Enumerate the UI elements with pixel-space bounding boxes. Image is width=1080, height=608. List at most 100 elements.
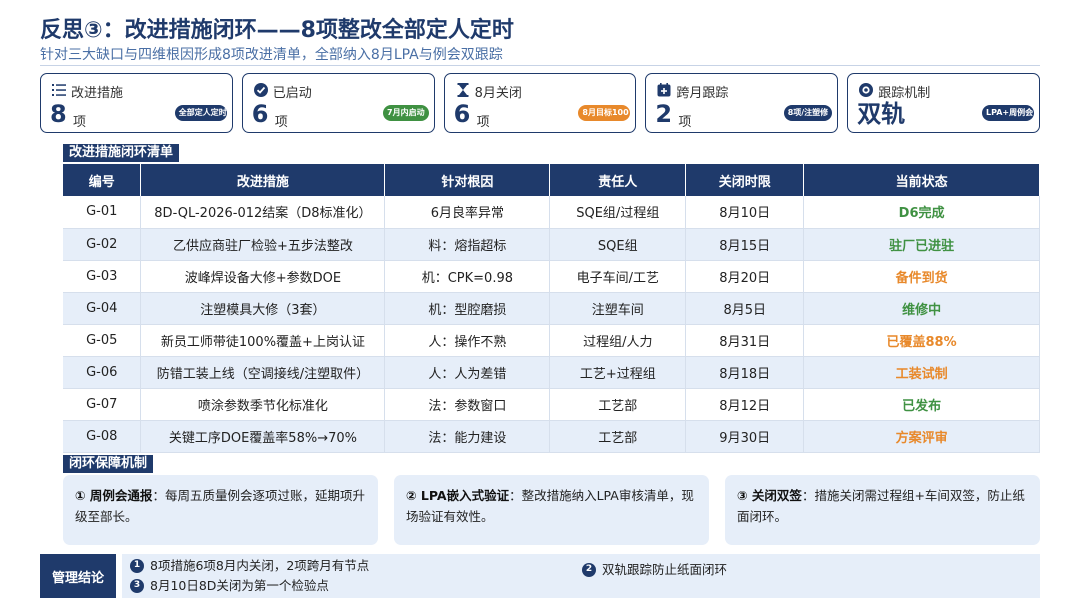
guarantee-card-2: ② LPA嵌入式验证：整改措施纳入LPA审核清单，现场验证有效性。 bbox=[394, 475, 709, 545]
cell-status: 维修中 bbox=[803, 292, 1040, 325]
cell-deadline: 8月5日 bbox=[685, 292, 805, 325]
header: 反思③：改进措施闭环——8项整改全部定人定时 针对三大缺口与四维根因形成8项改进… bbox=[40, 16, 1040, 64]
table-row: G-04 注塑模具大修（3套） 机：型腔磨损 注塑车间 8月5日 维修中 bbox=[63, 292, 1040, 325]
kpi-label: 改进措施 bbox=[71, 86, 124, 101]
conclusion-bar: 管理结论 1 8项措施6项8月内关闭，2项跨月有节点 2 双轨跟踪防止纸面闭环 3 8月1… bbox=[40, 554, 1040, 598]
number-badge-icon: 1 bbox=[130, 558, 144, 573]
cell-measure: 新员工师带徒100%覆盖+上岗认证 bbox=[140, 324, 386, 357]
cell-id: G-05 bbox=[63, 324, 142, 357]
cell-cause: 人：人为差错 bbox=[384, 356, 551, 389]
kpi-label: 跨月跟踪 bbox=[676, 86, 729, 101]
table-header-row: 编号 改进措施 针对根因 责任人 关闭时限 当前状态 bbox=[63, 164, 1040, 196]
cell-status: 驻厂已进驻 bbox=[803, 228, 1040, 261]
check-circle-icon bbox=[253, 82, 269, 98]
header-divider bbox=[40, 65, 1040, 66]
kpi-badge: 8项/注塑修 bbox=[783, 105, 833, 121]
kpi-badge: 7月内启动 bbox=[383, 105, 429, 121]
cell-owner: 工艺部 bbox=[549, 388, 687, 421]
kpi-value: 8 bbox=[50, 100, 67, 128]
cell-cause: 法：能力建设 bbox=[384, 420, 551, 453]
cell-owner: SQE组 bbox=[549, 228, 687, 261]
table-row: G-06 防错工装上线（空调接线/注塑取件） 人：人为差错 工艺+过程组 8月18日 工装… bbox=[63, 356, 1040, 389]
kpi-unit: 项 bbox=[678, 115, 692, 130]
conclusion-label: 管理结论 bbox=[40, 554, 116, 598]
kpi-unit: 项 bbox=[73, 115, 87, 130]
table-section-title: 改进措施闭环清单 bbox=[63, 144, 180, 162]
cell-owner: 注塑车间 bbox=[549, 292, 687, 325]
conclusion-body: 1 8项措施6项8月内关闭，2项跨月有节点 2 双轨跟踪防止纸面闭环 3 8月10日8D关… bbox=[122, 554, 1040, 598]
list-icon bbox=[51, 82, 67, 98]
cell-id: G-08 bbox=[63, 420, 142, 453]
table-row: G-07 喷涂参数季节化标准化 法：参数窗口 工艺部 8月12日 已发布 bbox=[63, 388, 1040, 421]
kpi-unit: 项 bbox=[476, 115, 490, 130]
kpi-unit: 项 bbox=[274, 115, 288, 130]
cell-deadline: 8月20日 bbox=[685, 260, 805, 293]
guarantee-head: ① 周例会通报 bbox=[75, 488, 153, 503]
kpi-card-5: 跟踪机制 双轨 LPA+周例会 bbox=[847, 73, 1040, 133]
kpi-value: 6 bbox=[251, 100, 269, 128]
eye-icon bbox=[858, 82, 874, 98]
cell-id: G-02 bbox=[63, 228, 142, 261]
guarantee-section-title: 闭环保障机制 bbox=[63, 455, 154, 473]
cell-status: D6完成 bbox=[803, 196, 1040, 229]
kpi-card-2: 已启动 6 项 7月内启动 bbox=[241, 73, 435, 133]
kpi-value: 2 bbox=[655, 100, 673, 128]
cell-status: 已发布 bbox=[803, 388, 1040, 421]
table-row: G-05 新员工师带徒100%覆盖+上岗认证 人：操作不熟 过程组/人力 8月31日 已覆… bbox=[63, 324, 1040, 357]
cell-measure: 8D-QL-2026-012结案（D8标准化） bbox=[140, 196, 386, 229]
conclusion-text: 双轨跟踪防止纸面闭环 bbox=[602, 562, 728, 577]
cell-measure: 喷涂参数季节化标准化 bbox=[140, 388, 386, 421]
cell-owner: 工艺部 bbox=[549, 420, 687, 453]
cell-id: G-03 bbox=[63, 260, 142, 293]
cell-cause: 料：熔指超标 bbox=[384, 228, 551, 261]
column-header: 当前状态 bbox=[803, 164, 1040, 196]
cell-owner: 工艺+过程组 bbox=[549, 356, 687, 389]
kpi-badge: LPA+周例会 bbox=[981, 105, 1034, 121]
table-row: G-02 乙供应商驻厂检验+五步法整改 料：熔指超标 SQE组 8月15日 驻厂已进驻 bbox=[63, 228, 1040, 261]
cell-deadline: 8月18日 bbox=[685, 356, 805, 389]
guarantee-cards: ① 周例会通报：每周五质量例会逐项过账，延期项升级至部长。 ② LPA嵌入式验证：… bbox=[63, 475, 1040, 545]
kpi-badge: 8月目标100 bbox=[578, 105, 631, 121]
guarantee-card-3: ③ 关闭双签：措施关闭需过程组+车间双签，防止纸面闭环。 bbox=[725, 475, 1040, 545]
cell-measure: 波峰焊设备大修+参数DOE bbox=[140, 260, 386, 293]
measures-table: 编号 改进措施 针对根因 责任人 关闭时限 当前状态 G-01 8D-QL-2026-012… bbox=[63, 164, 1040, 453]
guarantee-head: ③ 关闭双签 bbox=[737, 488, 802, 503]
cell-measure: 注塑模具大修（3套） bbox=[140, 292, 386, 325]
kpi-card-3: 8月关闭 6 项 8月目标100 bbox=[443, 73, 637, 133]
conclusion-item-3: 3 8月10日8D关闭为第一个检验点 bbox=[130, 577, 329, 594]
number-badge-icon: 3 bbox=[130, 578, 144, 593]
cell-owner: SQE组/过程组 bbox=[549, 196, 687, 229]
table-row: G-01 8D-QL-2026-012结案（D8标准化） 6月良率异常 SQE组/过程… bbox=[63, 196, 1040, 229]
kpi-card-1: 改进措施 8 项 全部定人定时 bbox=[40, 73, 233, 133]
cell-status: 工装试制 bbox=[803, 356, 1040, 389]
column-header: 编号 bbox=[63, 164, 142, 196]
column-header: 改进措施 bbox=[140, 164, 386, 196]
hourglass-icon bbox=[455, 82, 471, 98]
cell-status: 已覆盖88% bbox=[803, 324, 1040, 357]
guarantee-head: ② LPA嵌入式验证 bbox=[406, 488, 510, 503]
cell-cause: 法：参数窗口 bbox=[384, 388, 551, 421]
cell-id: G-07 bbox=[63, 388, 142, 421]
cell-id: G-04 bbox=[63, 292, 142, 325]
cell-cause: 6月良率异常 bbox=[384, 196, 551, 229]
column-header: 责任人 bbox=[549, 164, 687, 196]
kpi-label: 8月关闭 bbox=[474, 86, 522, 101]
conclusion-item-2: 2 双轨跟踪防止纸面闭环 bbox=[582, 561, 727, 578]
cell-deadline: 8月12日 bbox=[685, 388, 805, 421]
column-header: 针对根因 bbox=[384, 164, 551, 196]
kpi-card-4: 跨月跟踪 2 项 8项/注塑修 bbox=[645, 73, 839, 133]
cell-measure: 关键工序DOE覆盖率58%→70% bbox=[140, 420, 386, 453]
cell-id: G-06 bbox=[63, 356, 142, 389]
calendar-plus-icon bbox=[656, 82, 672, 98]
cell-measure: 乙供应商驻厂检验+五步法整改 bbox=[140, 228, 386, 261]
cell-cause: 机：型腔磨损 bbox=[384, 292, 551, 325]
kpi-badge: 全部定人定时 bbox=[174, 105, 227, 121]
cell-id: G-01 bbox=[63, 196, 142, 229]
kpi-value: 双轨 bbox=[857, 100, 906, 128]
kpi-row: 改进措施 8 项全部定人定时 已启动 6 项 7月内启动 8月关闭 6 项 8月目标100 跨月跟踪 2… bbox=[40, 73, 1040, 133]
cell-cause: 机：CPK=0.98 bbox=[384, 260, 551, 293]
cell-measure: 防错工装上线（空调接线/注塑取件） bbox=[140, 356, 386, 389]
number-badge-icon: 2 bbox=[582, 562, 596, 577]
column-header: 关闭时限 bbox=[685, 164, 805, 196]
table-row: G-08 关键工序DOE覆盖率58%→70% 法：能力建设 工艺部 9月30日 方案评审 bbox=[63, 420, 1040, 453]
